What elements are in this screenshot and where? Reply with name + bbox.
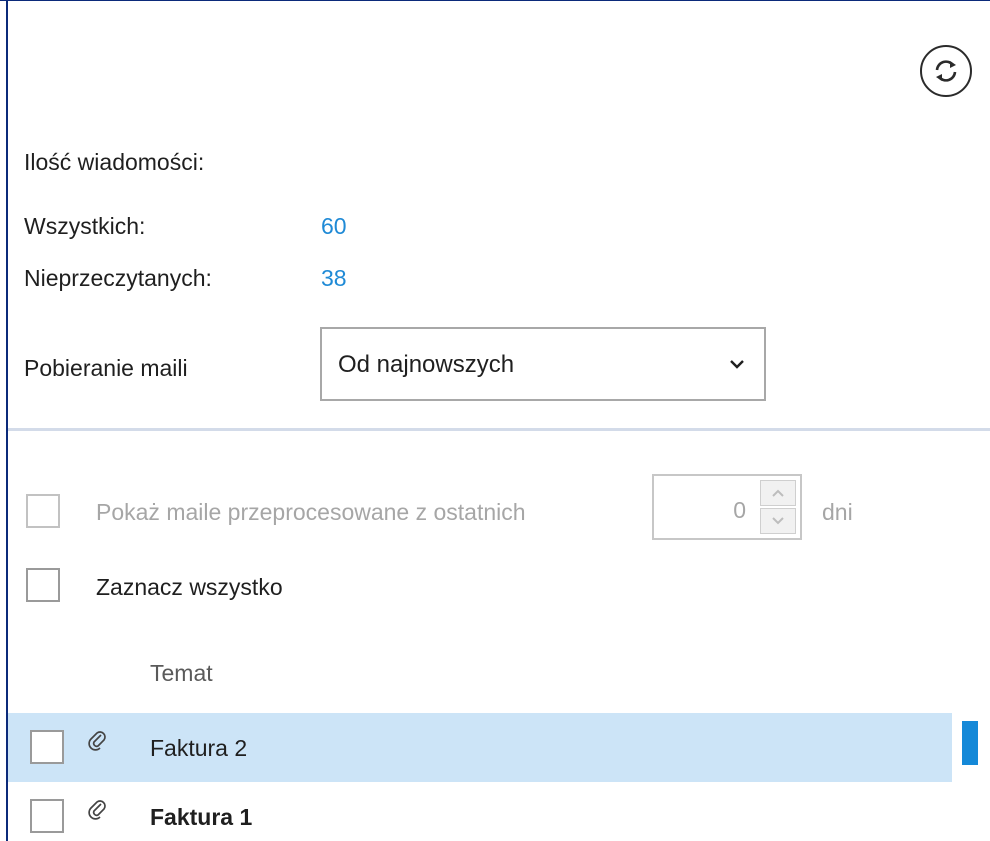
select-all-label: Zaznacz wszystko (96, 574, 283, 600)
column-header-subject[interactable]: Temat (150, 659, 213, 687)
row-checkbox[interactable] (30, 799, 64, 833)
chevron-down-icon (772, 517, 784, 525)
days-decrement-button[interactable] (760, 508, 796, 534)
message-count-heading: Ilość wiadomości: (24, 149, 205, 175)
fetch-mode-selected-value: Od najnowszych (338, 351, 515, 378)
chevron-up-icon (772, 489, 784, 497)
attachment-icon (88, 731, 106, 751)
refresh-button[interactable] (920, 45, 972, 97)
days-unit-label: dni (822, 499, 853, 525)
show-processed-checkbox[interactable] (26, 494, 60, 528)
section-divider (8, 428, 990, 431)
days-stepper[interactable]: 0 (652, 474, 802, 540)
attachment-icon (88, 800, 106, 820)
select-all-checkbox[interactable] (26, 568, 60, 602)
days-increment-button[interactable] (760, 480, 796, 506)
unread-messages-count: 38 (321, 265, 347, 291)
show-processed-label: Pokaż maile przeprocesowane z ostatnich (96, 499, 526, 525)
unread-messages-label: Nieprzeczytanych: (24, 265, 212, 291)
row-selection-indicator (962, 721, 978, 765)
row-checkbox[interactable] (30, 730, 64, 764)
chevron-down-icon (730, 360, 744, 369)
refresh-icon (935, 60, 957, 82)
row-subject: Faktura 1 (150, 804, 253, 830)
fetch-mode-select[interactable]: Od najnowszych (320, 327, 766, 401)
row-subject: Faktura 2 (150, 735, 248, 761)
all-messages-label: Wszystkich: (24, 213, 146, 239)
days-value: 0 (733, 497, 746, 523)
fetch-mode-label: Pobieranie maili (24, 355, 188, 381)
window-top-border (0, 0, 990, 1)
all-messages-count: 60 (321, 213, 347, 239)
